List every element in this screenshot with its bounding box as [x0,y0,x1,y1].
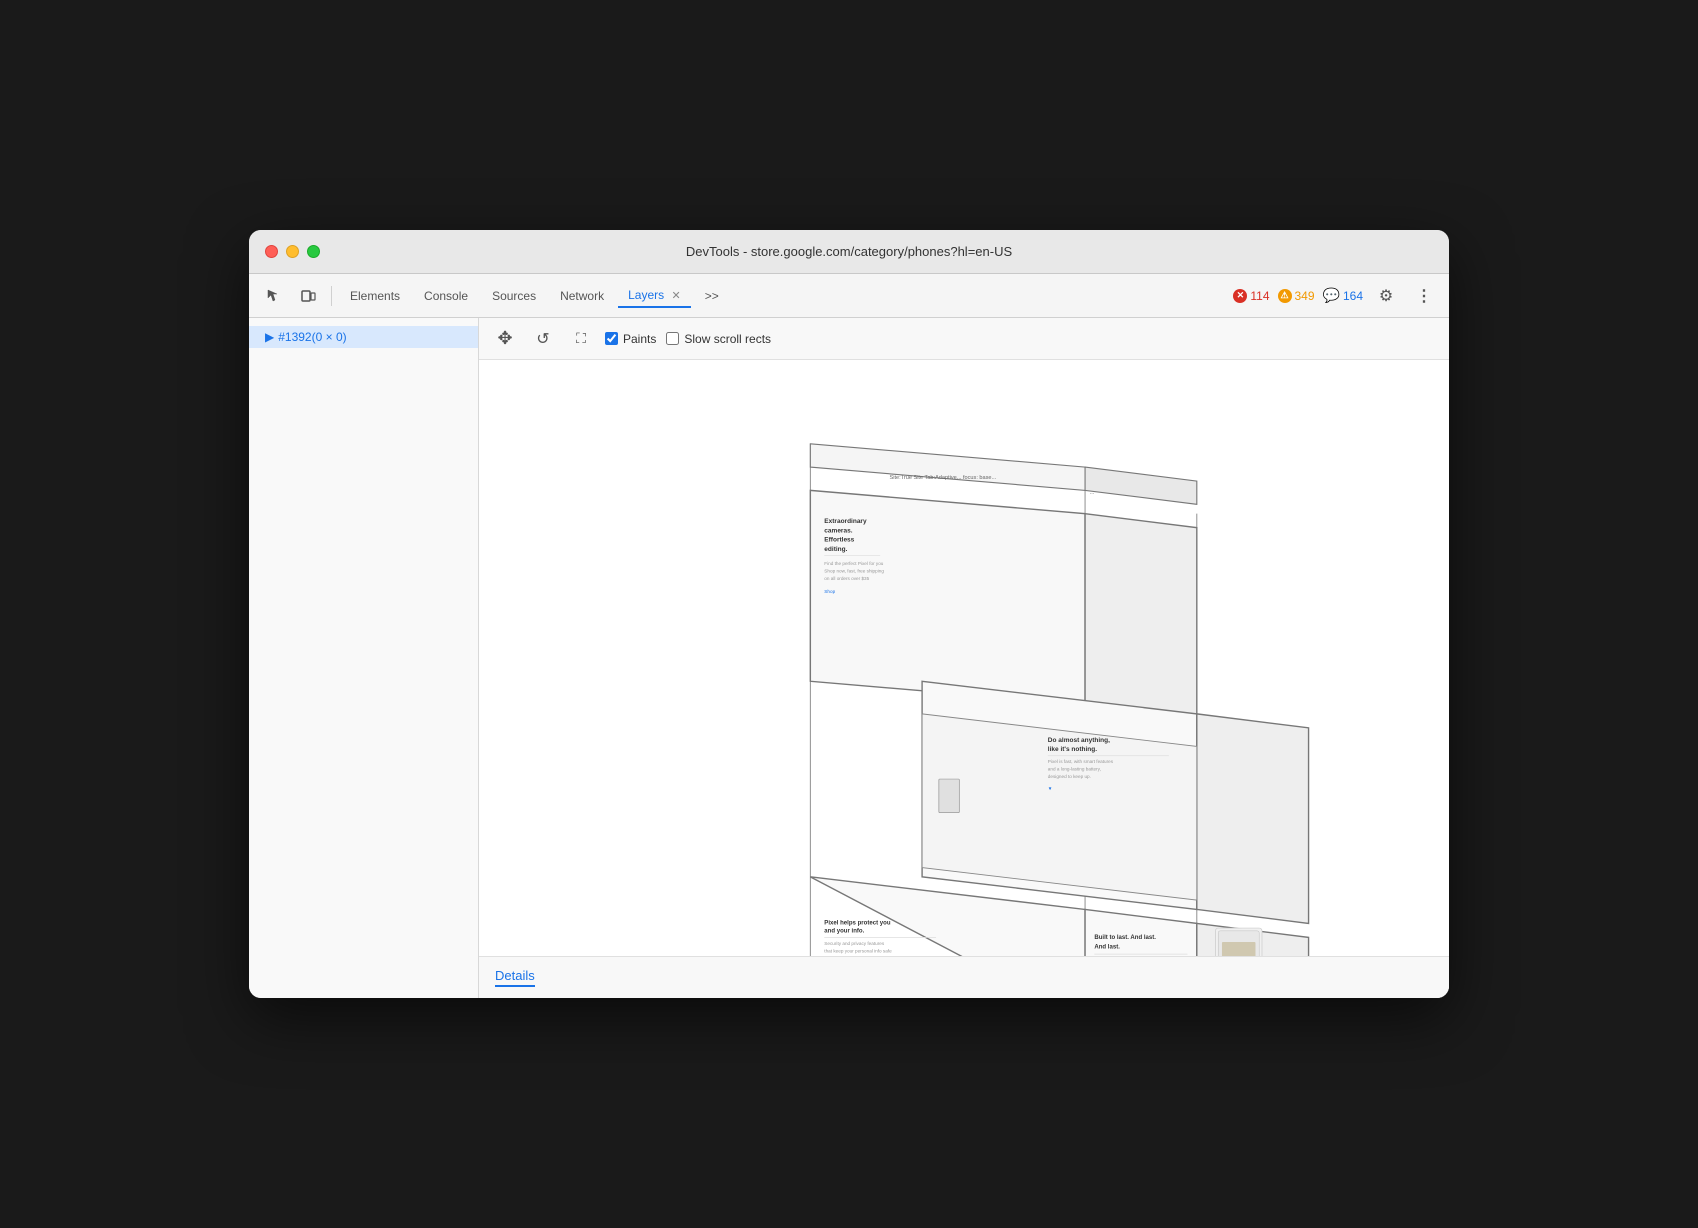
layers-canvas[interactable]: Site:True Site Tab:Adaptive... focus: ba… [479,360,1449,956]
svg-text:cameras.: cameras. [824,527,852,534]
layer-item-root[interactable]: ▶ #1392(0 × 0) [249,326,478,348]
svg-text:Extraordinary: Extraordinary [824,518,867,525]
slow-scroll-checkbox-label[interactable]: Slow scroll rects [666,332,771,346]
error-badge[interactable]: ✕ 114 [1233,289,1269,303]
message-icon: 💬 [1323,287,1340,304]
more-menu-button[interactable]: ⋮ [1409,282,1439,310]
svg-text:▼: ▼ [1048,786,1053,791]
minimize-button[interactable] [286,245,299,258]
toolbar-right: ✕ 114 ⚠ 349 💬 164 ⚙ ⋮ [1233,282,1439,310]
layers-3d-visualization: Site:True Site Tab:Adaptive... focus: ba… [479,360,1449,956]
svg-text:Find the perfect Pixel for you: Find the perfect Pixel for you [824,561,883,566]
svg-text:Built to last. And last.: Built to last. And last. [1094,935,1156,941]
svg-text:Effortless: Effortless [824,537,854,544]
devtools-window: DevTools - store.google.com/category/pho… [249,230,1449,998]
svg-text:and your info.: and your info. [824,929,864,935]
svg-text:And last.: And last. [1094,945,1120,951]
svg-text:and a long-lasting battery,: and a long-lasting battery, [1048,767,1101,772]
paints-checkbox-label[interactable]: Paints [605,332,656,346]
device-toggle-button[interactable] [293,282,323,310]
layers-tools: ✥ ↺ ⛶ Paints Slow scroll rects [479,318,1449,360]
tab-console[interactable]: Console [414,285,478,307]
svg-text:Shop: Shop [824,589,835,594]
window-title: DevTools - store.google.com/category/pho… [686,244,1012,259]
close-button[interactable] [265,245,278,258]
svg-text:Site:True Site Tab:Adaptive...: Site:True Site Tab:Adaptive... focus: ba… [890,475,997,481]
message-badge[interactable]: 💬 164 [1323,287,1363,304]
select-element-button[interactable] [259,282,289,310]
svg-text:Shop now, fast, free shipping: Shop now, fast, free shipping [824,568,884,573]
toolbar-separator [331,286,332,306]
tab-layers-close[interactable]: ✕ [671,290,680,302]
svg-text:Pixel is fast, with smart feat: Pixel is fast, with smart features [1048,759,1114,764]
tab-more[interactable]: >> [695,285,729,307]
svg-text:on all orders over $35: on all orders over $35 [824,576,869,581]
tab-elements[interactable]: Elements [340,285,410,307]
svg-text:that keep your personal info s: that keep your personal info safe [824,948,892,953]
details-tab[interactable]: Details [495,968,535,987]
svg-text:Do almost anything,: Do almost anything, [1048,737,1110,744]
settings-button[interactable]: ⚙ [1371,282,1401,310]
details-bar: Details [479,956,1449,998]
traffic-lights [265,245,320,258]
slow-scroll-checkbox[interactable] [666,332,679,345]
svg-text:...: ... [1090,490,1095,496]
svg-text:editing.: editing. [824,546,847,553]
fit-tool-button[interactable]: ⛶ [567,326,595,352]
content-area: ▶ #1392(0 × 0) ✥ ↺ ⛶ Paints Slow scroll … [249,318,1449,998]
error-icon: ✕ [1233,289,1247,303]
tab-network[interactable]: Network [550,285,614,307]
svg-text:like it's nothing.: like it's nothing. [1048,746,1097,753]
tab-sources[interactable]: Sources [482,285,546,307]
layers-main-panel: ✥ ↺ ⛶ Paints Slow scroll rects [479,318,1449,998]
warning-icon: ⚠ [1278,289,1292,303]
rotate-tool-button[interactable]: ↺ [529,326,557,352]
layers-sidebar: ▶ #1392(0 × 0) [249,318,479,998]
expand-arrow: ▶ [265,330,274,344]
tab-layers[interactable]: Layers ✕ [618,284,691,308]
title-bar: DevTools - store.google.com/category/pho… [249,230,1449,274]
paints-checkbox[interactable] [605,332,618,345]
pan-tool-button[interactable]: ✥ [491,326,519,352]
devtools-toolbar: Elements Console Sources Network Layers … [249,274,1449,318]
warning-badge[interactable]: ⚠ 349 [1278,289,1315,303]
svg-text:Security and privacy features: Security and privacy features [824,941,885,946]
svg-text:Pixel helps protect you: Pixel helps protect you [824,920,891,926]
svg-text:designed to keep up.: designed to keep up. [1048,774,1091,779]
maximize-button[interactable] [307,245,320,258]
